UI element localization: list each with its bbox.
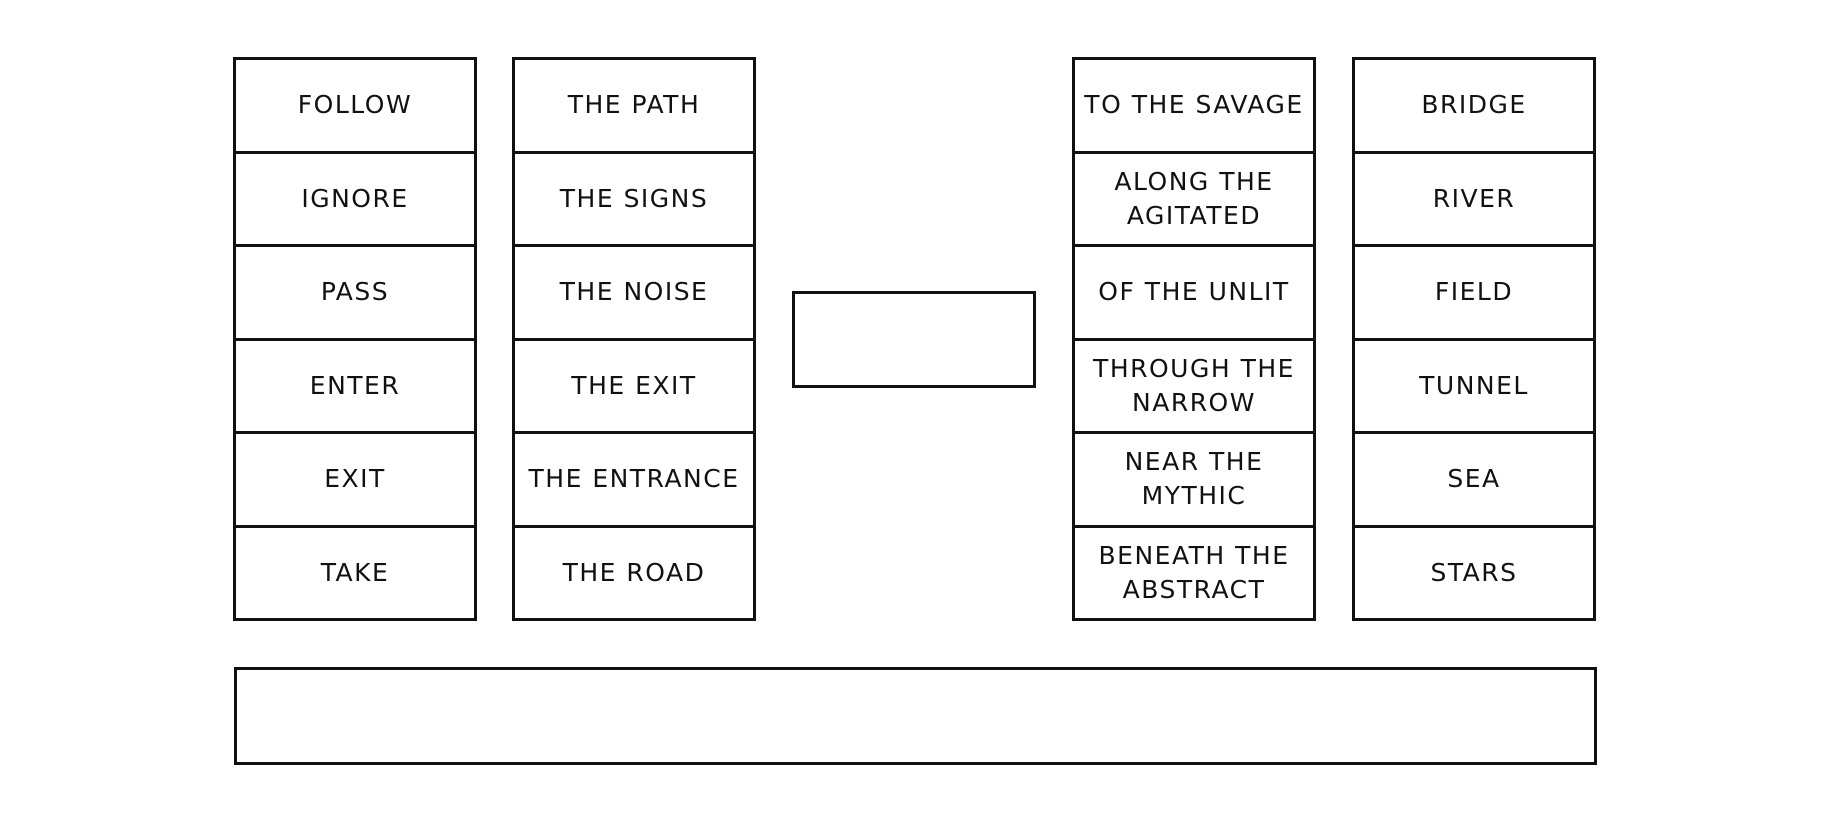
cell-label: FOLLOW (297, 90, 413, 120)
cell-verb[interactable]: FOLLOW (236, 60, 474, 151)
cell-label: FIELD (1434, 277, 1514, 307)
cell-place[interactable]: FIELD (1355, 244, 1593, 338)
cell-label: THE PATH (567, 90, 701, 120)
column-prepositions: TO THE SAVAGE ALONG THE AGITATED OF THE … (1072, 57, 1316, 621)
cell-label: TUNNEL (1419, 370, 1529, 400)
column-objects: THE PATH THE SIGNS THE NOISE THE EXIT TH… (512, 57, 756, 621)
cell-verb[interactable]: EXIT (236, 431, 474, 525)
middle-drop-slot[interactable] (792, 291, 1036, 388)
cell-verb[interactable]: ENTER (236, 337, 474, 432)
cell-verb[interactable]: TAKE (236, 524, 474, 619)
cell-preposition[interactable]: OF THE UNLIT (1075, 244, 1313, 338)
cell-label: THE ROAD (562, 557, 706, 587)
cell-preposition[interactable]: ALONG THE AGITATED (1075, 150, 1313, 245)
cell-label: THE EXIT (571, 370, 697, 400)
cell-label: ENTER (309, 370, 401, 400)
column-places: BRIDGE RIVER FIELD TUNNEL SEA STARS (1352, 57, 1596, 621)
cell-preposition[interactable]: TO THE SAVAGE (1075, 60, 1313, 151)
cell-object[interactable]: THE PATH (515, 60, 753, 151)
cell-label: ALONG THE AGITATED (1114, 166, 1274, 230)
cell-label: EXIT (324, 464, 386, 494)
cell-label: PASS (320, 277, 390, 307)
cell-label: THROUGH THE NARROW (1093, 353, 1295, 417)
cell-place[interactable]: RIVER (1355, 150, 1593, 245)
cell-place[interactable]: BRIDGE (1355, 60, 1593, 151)
cell-preposition[interactable]: NEAR THE MYTHIC (1075, 431, 1313, 525)
cell-label: OF THE UNLIT (1098, 277, 1290, 307)
cell-object[interactable]: THE NOISE (515, 244, 753, 338)
cell-object[interactable]: THE ROAD (515, 524, 753, 619)
cell-label: TAKE (320, 557, 390, 587)
answer-box[interactable] (234, 667, 1597, 765)
cell-label: TO THE SAVAGE (1084, 90, 1304, 120)
cell-object[interactable]: THE SIGNS (515, 150, 753, 245)
cell-label: THE SIGNS (559, 183, 709, 213)
cell-verb[interactable]: PASS (236, 244, 474, 338)
cell-verb[interactable]: IGNORE (236, 150, 474, 245)
cell-object[interactable]: THE ENTRANCE (515, 431, 753, 525)
cell-preposition[interactable]: BENEATH THE ABSTRACT (1075, 524, 1313, 619)
cell-place[interactable]: STARS (1355, 524, 1593, 619)
column-verbs: FOLLOW IGNORE PASS ENTER EXIT TAKE (233, 57, 477, 621)
cell-label: SEA (1447, 464, 1501, 494)
cell-place[interactable]: SEA (1355, 431, 1593, 525)
cell-label: NEAR THE MYTHIC (1124, 447, 1264, 511)
cell-place[interactable]: TUNNEL (1355, 337, 1593, 432)
cell-label: BRIDGE (1421, 90, 1527, 120)
cell-preposition[interactable]: THROUGH THE NARROW (1075, 337, 1313, 432)
cell-label: THE ENTRANCE (528, 464, 740, 494)
cell-object[interactable]: THE EXIT (515, 337, 753, 432)
cell-label: STARS (1430, 557, 1518, 587)
cell-label: THE NOISE (559, 277, 709, 307)
cell-label: RIVER (1432, 183, 1516, 213)
cell-label: IGNORE (301, 183, 409, 213)
cell-label: BENEATH THE ABSTRACT (1098, 540, 1290, 604)
